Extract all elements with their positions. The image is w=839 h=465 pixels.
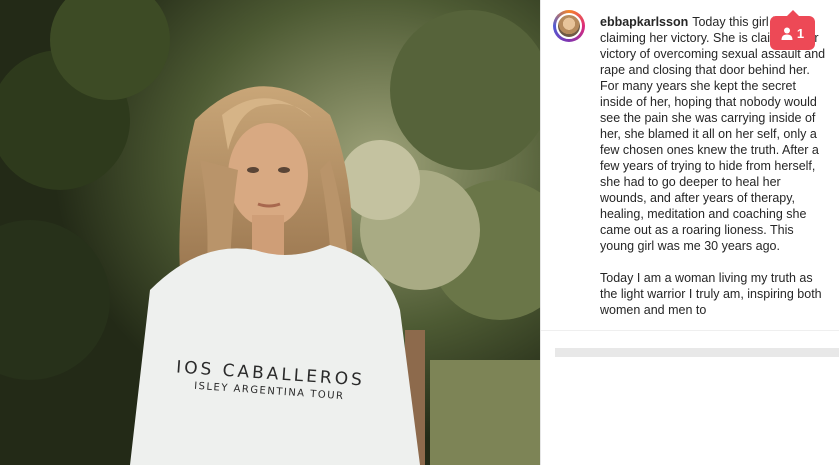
avatar[interactable] — [553, 10, 585, 42]
post-side-panel: ebbapkarlsson Today this girl is claiming… — [540, 0, 839, 465]
caption-text: ebbapkarlsson Today this girl is claiming… — [600, 14, 826, 328]
post-image[interactable]: IOS CABALLEROS ISLEY ARGENTINA TOUR — [0, 0, 540, 465]
notification-badge[interactable]: 1 — [770, 10, 815, 50]
user-icon — [781, 27, 793, 40]
caption-scroll-area[interactable]: ebbapkarlsson Today this girl is claiming… — [551, 8, 827, 328]
caption-paragraph-2: Today I am a woman living my truth as th… — [600, 271, 822, 317]
username-link[interactable]: ebbapkarlsson — [600, 15, 688, 29]
caption-body-1: Today this girl is claiming her victory.… — [600, 15, 826, 253]
comments-loading-placeholder — [555, 348, 839, 357]
section-divider — [541, 330, 839, 331]
caption-paragraph-1: ebbapkarlsson Today this girl is claiming… — [600, 14, 826, 254]
avatar-image — [556, 13, 582, 39]
notification-count: 1 — [796, 25, 805, 41]
